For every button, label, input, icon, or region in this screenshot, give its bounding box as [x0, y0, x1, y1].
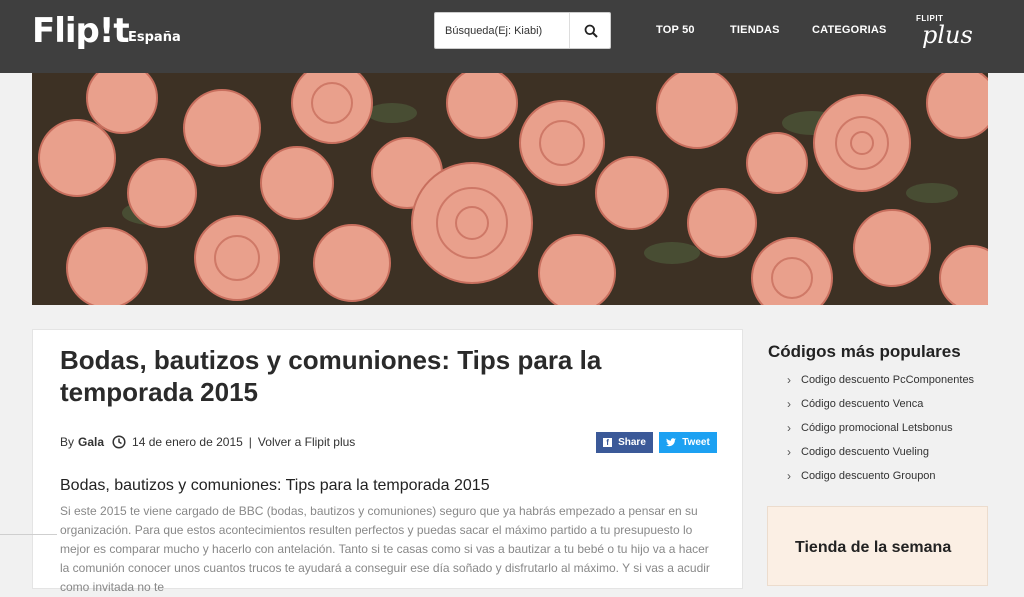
popular-codes-title: Códigos más populares [768, 342, 961, 361]
facebook-share-button[interactable]: f Share [596, 432, 653, 453]
list-item[interactable]: › Código descuento Venca [787, 392, 974, 416]
share-label: Share [618, 437, 646, 448]
nav-top50[interactable]: TOP 50 [656, 24, 695, 36]
back-to-flipit-plus-link[interactable]: Volver a Flipit plus [258, 435, 355, 449]
store-of-the-week-box: Tienda de la semana [767, 506, 988, 586]
search-icon [584, 24, 598, 38]
twitter-icon [666, 438, 677, 447]
search-box [434, 12, 611, 49]
flipit-plus-big: plus [922, 21, 973, 49]
nav-tiendas[interactable]: TIENDAS [730, 24, 780, 36]
flipit-plus-link[interactable]: FLIPIT plus [916, 15, 973, 49]
list-item-label: Código promocional Letsbonus [801, 422, 953, 434]
list-item[interactable]: › Codigo descuento PcComponentes [787, 368, 974, 392]
search-button[interactable] [569, 13, 611, 48]
divider [0, 534, 57, 535]
article-title: Bodas, bautizos y comuniones: Tips para … [60, 345, 602, 407]
list-item[interactable]: › Código promocional Letsbonus [787, 416, 974, 440]
tweet-button[interactable]: Tweet [659, 432, 717, 453]
top-header: Flip!t España TOP 50 TIENDAS CATEGORIAS … [0, 0, 1024, 73]
search-input[interactable] [435, 13, 569, 48]
article-body: Si este 2015 te viene cargado de BBC (bo… [60, 504, 710, 594]
chevron-right-icon: › [787, 373, 791, 387]
chevron-right-icon: › [787, 397, 791, 411]
article-card: Bodas, bautizos y comuniones: Tips para … [32, 329, 743, 594]
store-of-the-week-title: Tienda de la semana [795, 539, 952, 556]
logo-country-label: España [128, 30, 181, 45]
author-link[interactable]: Gala [78, 435, 104, 449]
flipit-logo[interactable]: Flip!t [32, 12, 130, 50]
article-date: 14 de enero de 2015 [132, 435, 243, 449]
tweet-label: Tweet [682, 437, 710, 448]
list-item-label: Codigo descuento Vueling [801, 446, 930, 458]
list-item-label: Codigo descuento PcComponentes [801, 374, 975, 386]
nav-categorias[interactable]: CATEGORIAS [812, 24, 887, 36]
by-label: By [60, 435, 75, 449]
article-subtitle: Bodas, bautizos y comuniones: Tips para … [60, 477, 490, 494]
list-item-label: Codigo descuento Groupon [801, 470, 936, 482]
article-meta: By Gala 14 de enero de 2015 | Volver a F… [60, 435, 355, 449]
chevron-right-icon: › [787, 469, 791, 483]
popular-codes-list: › Codigo descuento PcComponentes › Código … [787, 368, 974, 488]
hero-roses-image [32, 73, 988, 305]
list-item[interactable]: › Codigo descuento Groupon [787, 464, 974, 488]
chevron-right-icon: › [787, 445, 791, 459]
list-item-label: Código descuento Venca [801, 398, 924, 410]
meta-separator: | [248, 435, 252, 449]
facebook-icon: f [603, 438, 613, 447]
chevron-right-icon: › [787, 421, 791, 435]
list-item[interactable]: › Codigo descuento Vueling [787, 440, 974, 464]
clock-icon [112, 435, 126, 449]
